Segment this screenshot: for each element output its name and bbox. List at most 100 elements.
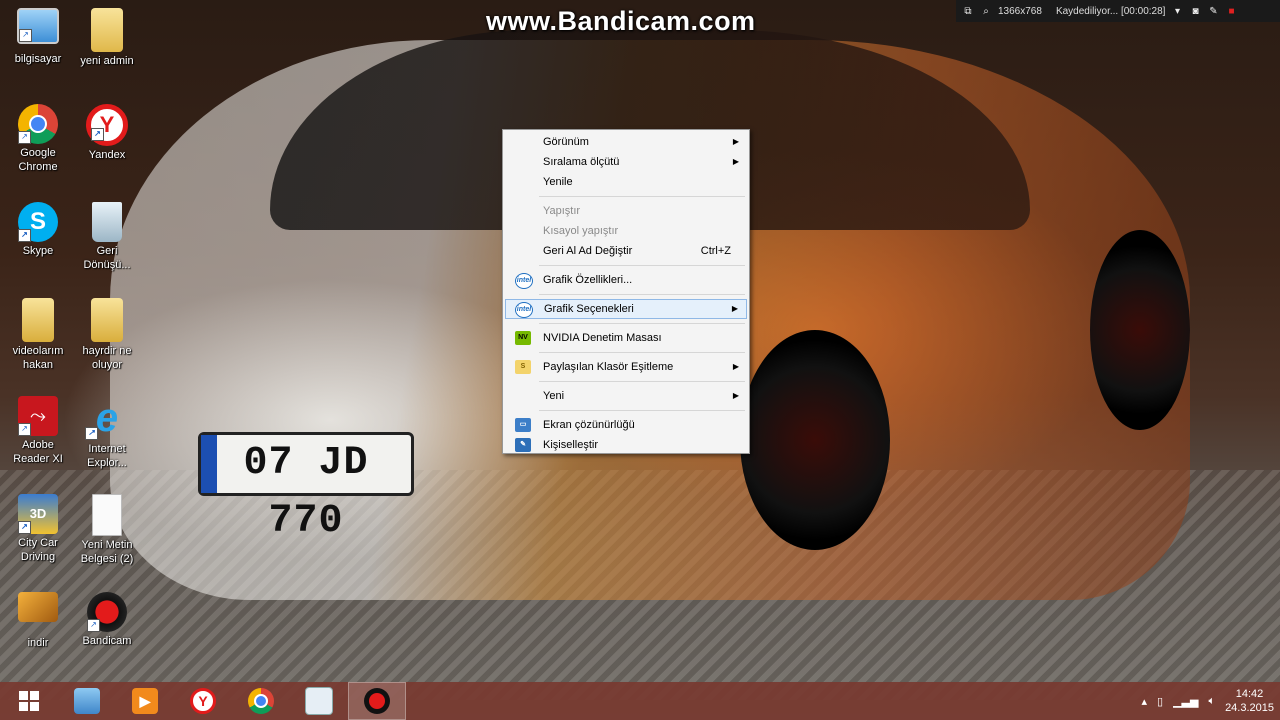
desktop-icon-label: Yeni Metin Belgesi (2) (80, 539, 134, 565)
pencil-icon[interactable]: ✎ (1207, 5, 1219, 17)
menu-item-label: Ekran çözünürlüğü (543, 419, 635, 431)
desktop-icon-label: Yandex (88, 149, 126, 161)
menu-item-label: Geri Al Ad Değiştir (543, 245, 633, 257)
intel-icon: intel (515, 302, 533, 318)
skype-icon: S ↗ (18, 202, 58, 242)
intel-icon: intel (515, 273, 533, 289)
desktop-icon-skype[interactable]: S ↗ Skype (1, 202, 75, 258)
menu-item-sort[interactable]: Sıralama ölçütü ▶ (505, 152, 747, 172)
menu-item-shared-folder-sync[interactable]: S Paylaşılan Klasör Eşitleme ▶ (505, 357, 747, 377)
desktop-icon-label: Google Chrome (18, 147, 58, 173)
taskbar-control-panel[interactable] (58, 682, 116, 720)
taskbar-bandicam[interactable] (348, 682, 406, 720)
submenu-arrow-icon: ▶ (732, 391, 739, 400)
desktop-icon-computer[interactable]: ↗ bilgisayar (1, 8, 75, 66)
desktop-icon-bandicam[interactable]: ↗ Bandicam (70, 592, 144, 648)
recording-status: Kaydediliyor... [00:00:28] (1055, 5, 1166, 17)
menu-item-label: Kısayol yapıştır (543, 225, 619, 237)
chrome-icon: ↗ (18, 104, 58, 144)
yandex-icon: Y (190, 688, 216, 714)
menu-item-label: Grafik Özellikleri... (543, 274, 633, 286)
taskbar-resource-monitor[interactable] (290, 682, 348, 720)
desktop-icon-city-car-driving[interactable]: 3D ↗ City Car Driving (1, 494, 75, 564)
menu-item-undo-rename[interactable]: Geri Al Ad Değiştir Ctrl+Z (505, 241, 747, 261)
menu-item-nvidia-control-panel[interactable]: NV NVIDIA Denetim Masası (505, 328, 747, 348)
menu-item-graphics-options[interactable]: intel Grafik Seçenekleri ▶ (505, 299, 747, 319)
desktop-icon-chrome[interactable]: ↗ Google Chrome (1, 104, 75, 174)
desktop-icon-label: yeni admin (80, 55, 134, 67)
desktop-icon-label: indir (27, 637, 49, 649)
desktop-icon-yeni-admin[interactable]: yeni admin (70, 8, 144, 68)
bandicam-icon: ↗ (87, 592, 127, 632)
taskbar-chrome[interactable] (232, 682, 290, 720)
desktop-icon-internet-explorer[interactable]: e ↗ Internet Explor... (70, 396, 144, 470)
desktop-icon-yandex[interactable]: Y ↗ Yandex (70, 104, 144, 162)
bandicam-watermark: www.Bandicam.com (486, 6, 756, 36)
wallpaper-rear-wheel (1090, 230, 1190, 430)
clock-time: 14:42 (1235, 688, 1264, 700)
menu-item-label: Paylaşılan Klasör Eşitleme (543, 361, 674, 373)
shared-folder-sync-icon: S (515, 360, 531, 374)
system-tray: ▴ ▯ ▁▃▅ 🔈︎ 14:42 24.3.2015 (1141, 682, 1274, 720)
submenu-arrow-icon: ▶ (732, 137, 739, 146)
volume-icon[interactable]: 🔈︎ (1208, 695, 1215, 708)
nvidia-icon: NV (515, 331, 531, 345)
menu-item-new[interactable]: Yeni ▶ (505, 386, 747, 406)
menu-item-label: Yeni (543, 390, 565, 402)
desktop-icon-indir[interactable]: indir (1, 592, 75, 650)
desktop-icon-hayrdir[interactable]: hayrdir ne oluyor (70, 298, 144, 372)
user-folder-icon (91, 8, 123, 52)
screen-resolution-icon: ▭ (515, 418, 531, 432)
power-icon[interactable]: ▯ (1157, 695, 1163, 708)
desktop-icon-adobe-reader[interactable]: ⤳ ↗ Adobe Reader XI (1, 396, 75, 466)
menu-separator (539, 323, 745, 324)
control-panel-icon (74, 688, 100, 714)
camera-icon[interactable]: ◙ (1189, 5, 1201, 17)
menu-item-graphics-properties[interactable]: intel Grafik Özellikleri... (505, 270, 747, 290)
bandicam-recording-bar: ⧉ ⌕ 1366x768 Kaydediliyor... [00:00:28] … (956, 0, 1280, 22)
menu-item-paste-shortcut: Kısayol yapıştır (505, 221, 747, 241)
menu-item-label: Grafik Seçenekleri (544, 303, 634, 315)
desktop-icon-videolarim[interactable]: videolarım hakan (1, 298, 75, 372)
menu-separator (539, 410, 745, 411)
monitor-chart-icon (305, 687, 333, 715)
menu-item-view[interactable]: Görünüm ▶ (505, 132, 747, 152)
menu-item-refresh[interactable]: Yenile (505, 172, 747, 192)
menu-item-label: Görünüm (543, 136, 589, 148)
network-icon[interactable]: ▁▃▅ (1173, 695, 1198, 708)
recycle-bin-icon (92, 202, 122, 242)
menu-item-label: NVIDIA Denetim Masası (543, 332, 662, 344)
computer-icon: ↗ (17, 8, 59, 44)
window-mode-icon[interactable]: ⧉ (962, 5, 974, 17)
search-icon[interactable]: ⌕ (980, 5, 992, 17)
taskbar-clock[interactable]: 14:42 24.3.2015 (1225, 687, 1274, 715)
taskbar-yandex[interactable]: Y (174, 682, 232, 720)
adobe-reader-icon: ⤳ ↗ (18, 396, 58, 436)
chevron-down-icon[interactable]: ▾ (1171, 5, 1183, 17)
menu-item-screen-resolution[interactable]: ▭ Ekran çözünürlüğü (505, 415, 747, 435)
menu-item-label: Yapıştır (543, 205, 581, 217)
desktop-icon-label: hayrdir ne oluyor (82, 345, 132, 371)
desktop-icon-text-document[interactable]: Yeni Metin Belgesi (2) (70, 494, 144, 566)
desktop-icon-label: Bandicam (82, 635, 132, 647)
menu-separator (539, 381, 745, 382)
internet-explorer-icon: e ↗ (85, 396, 129, 440)
desktop-icon-label: Internet Explor... (87, 443, 127, 469)
submenu-arrow-icon: ▶ (732, 362, 739, 371)
menu-item-shortcut: Ctrl+Z (700, 245, 731, 257)
desktop-icon-label: Geri Dönüşü... (83, 245, 131, 271)
menu-item-personalize[interactable]: ✎ Kişiselleştir (505, 435, 747, 455)
record-stop-icon[interactable]: ■ (1225, 5, 1237, 17)
start-button[interactable] (0, 682, 58, 720)
menu-item-label: Yenile (543, 176, 573, 188)
menu-item-label: Sıralama ölçütü (543, 156, 620, 168)
wallpaper-front-wheel (740, 330, 890, 550)
windows-logo-icon (19, 691, 39, 711)
menu-separator (539, 352, 745, 353)
taskbar-media-player[interactable]: ▶ (116, 682, 174, 720)
tray-overflow-icon[interactable]: ▴ (1141, 695, 1147, 708)
desktop-icon-label: bilgisayar (14, 53, 62, 65)
desktop-icon-recycle-bin[interactable]: Geri Dönüşü... (70, 202, 144, 272)
wallpaper-license-plate: 07 JD 770 (198, 432, 414, 544)
chrome-icon (248, 688, 274, 714)
